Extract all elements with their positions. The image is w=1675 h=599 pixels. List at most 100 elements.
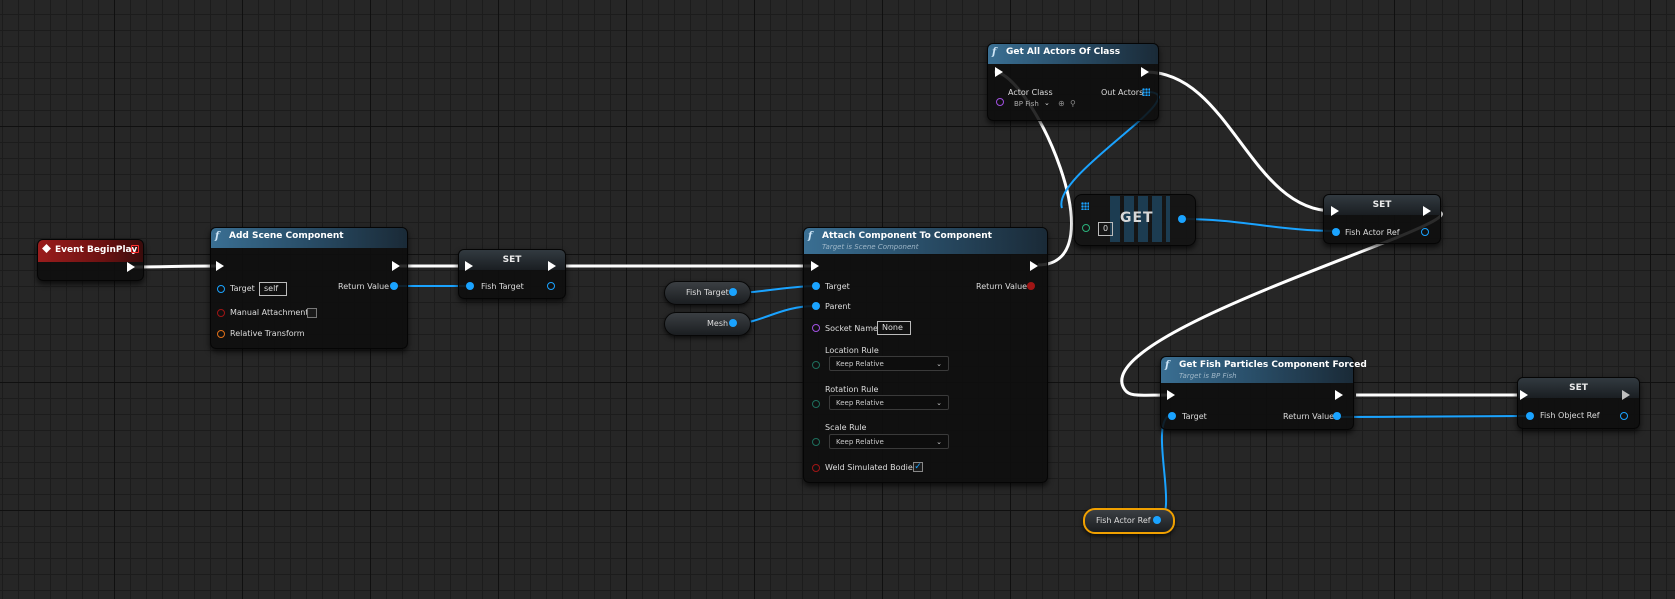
actor-class-pin[interactable] [996, 98, 1004, 106]
data-wire [1182, 218, 1338, 232]
fish-target-out-pin[interactable] [547, 282, 555, 290]
return-value-pin[interactable] [390, 282, 398, 290]
exec-in-pin[interactable] [811, 261, 819, 271]
attach-target-label: Target [825, 282, 850, 291]
exec-in-pin[interactable] [1167, 390, 1175, 400]
relative-transform-label: Relative Transform [230, 329, 305, 338]
target-pin[interactable] [217, 285, 225, 293]
exec-in-pin[interactable] [1331, 206, 1339, 216]
chevron-down-icon: ⌄ [936, 360, 942, 368]
event-delegate-pin[interactable] [131, 245, 139, 253]
attach-return-pin[interactable] [1027, 282, 1035, 290]
array-in-pin[interactable] [1081, 202, 1089, 210]
fish-actor-ref-pin-label: Fish Actor Ref [1345, 228, 1400, 237]
rotation-rule-dropdown[interactable]: Keep Relative ⌄ [829, 395, 949, 410]
array-pin-icon[interactable] [1142, 88, 1150, 96]
exec-out-pin[interactable] [127, 262, 135, 272]
scale-rule-dropdown[interactable]: Keep Relative ⌄ [829, 434, 949, 449]
browse-icon[interactable]: ⊕ [1058, 99, 1065, 108]
weld-pin[interactable] [812, 464, 820, 472]
exec-out-pin[interactable] [1622, 390, 1630, 400]
socket-name-field[interactable]: None [877, 321, 911, 335]
event-begin-play-node[interactable]: Event BeginPlay [37, 239, 144, 281]
fish-target-pin-label: Fish Target [481, 282, 524, 291]
get-title: GET [1120, 210, 1154, 226]
scale-rule-pin[interactable] [812, 438, 820, 446]
exec-out-pin[interactable] [392, 261, 400, 271]
particles-return-label: Return Value [1283, 412, 1335, 421]
function-icon: f [808, 231, 813, 242]
attach-target-pin[interactable] [812, 282, 820, 290]
exec-in-pin[interactable] [1520, 390, 1528, 400]
mesh-var-pin[interactable] [729, 319, 737, 327]
target-self-field[interactable]: self [259, 282, 287, 296]
attach-parent-label: Parent [825, 302, 851, 311]
location-rule-label: Location Rule [825, 346, 879, 355]
search-icon[interactable]: ⚲ [1070, 99, 1076, 108]
data-wire [1156, 415, 1169, 521]
node-header: f Get All Actors Of Class [988, 44, 1158, 64]
chevron-down-icon[interactable]: ⌄ [1044, 99, 1050, 107]
fish-object-ref-pin-label: Fish Object Ref [1540, 411, 1600, 420]
node-subtitle: Target is BP Fish [1179, 372, 1237, 380]
data-wire [1336, 415, 1530, 418]
location-rule-value: Keep Relative [836, 360, 884, 368]
exec-out-pin[interactable] [1030, 261, 1038, 271]
function-icon: f [1165, 360, 1170, 371]
rotation-rule-pin[interactable] [812, 400, 820, 408]
exec-in-pin[interactable] [216, 261, 224, 271]
exec-wire [131, 264, 220, 269]
get-out-pin[interactable] [1178, 215, 1186, 223]
set-fish-target-node[interactable]: SET [458, 249, 566, 299]
fish-target-in-pin[interactable] [466, 282, 474, 290]
node-title: Attach Component To Component [822, 231, 992, 241]
fish-actor-ref-var-pin[interactable] [1153, 516, 1161, 524]
manual-attachment-label: Manual Attachment [230, 308, 309, 317]
exec-in-pin[interactable] [995, 67, 1003, 77]
fish-actor-ref-in-pin[interactable] [1332, 228, 1340, 236]
var-fish-actor-ref-label: Fish Actor Ref [1096, 516, 1151, 525]
set-fish-object-ref-node[interactable]: SET [1517, 377, 1640, 429]
location-rule-pin[interactable] [812, 361, 820, 369]
get-all-actors-node[interactable]: f Get All Actors Of Class [987, 43, 1159, 121]
particles-target-pin[interactable] [1168, 412, 1176, 420]
set-title: SET [1518, 378, 1639, 398]
exec-out-pin[interactable] [1423, 206, 1431, 216]
particles-return-pin[interactable] [1333, 412, 1341, 420]
function-icon: f [215, 231, 220, 242]
attach-parent-pin[interactable] [812, 302, 820, 310]
manual-attachment-checkbox[interactable] [307, 308, 317, 318]
particles-target-label: Target [1182, 412, 1207, 421]
exec-wire [1145, 70, 1334, 213]
node-title: Add Scene Component [229, 231, 344, 241]
function-icon: f [992, 47, 997, 58]
exec-out-pin[interactable] [1141, 67, 1149, 77]
index-pin[interactable] [1082, 224, 1090, 232]
node-title: Get Fish Particles Component Forced [1179, 360, 1367, 370]
rotation-rule-value: Keep Relative [836, 399, 884, 407]
checkmark-icon: ✓ [914, 462, 922, 472]
scale-rule-value: Keep Relative [836, 438, 884, 446]
relative-transform-pin[interactable] [217, 330, 225, 338]
manual-attachment-pin[interactable] [217, 309, 225, 317]
node-header: f Get Fish Particles Component Forced Ta… [1161, 357, 1367, 383]
weld-checkbox[interactable]: ✓ [913, 462, 923, 472]
weld-label: Weld Simulated Bodies [825, 463, 917, 472]
target-label: Target [230, 284, 255, 293]
socket-name-pin[interactable] [812, 324, 820, 332]
exec-out-pin[interactable] [1335, 390, 1343, 400]
actor-class-value[interactable]: BP Fish [1014, 100, 1039, 108]
index-field[interactable]: 0 [1098, 222, 1113, 236]
event-title: Event BeginPlay [55, 245, 138, 255]
exec-in-pin[interactable] [465, 261, 473, 271]
fish-object-ref-in-pin[interactable] [1526, 412, 1534, 420]
event-icon [42, 244, 51, 253]
node-header: f Attach Component To Component Target i… [804, 228, 1047, 254]
fish-object-ref-out-pin[interactable] [1620, 412, 1628, 420]
location-rule-dropdown[interactable]: Keep Relative ⌄ [829, 356, 949, 371]
attach-return-label: Return Value [976, 282, 1028, 291]
out-actors-label: Out Actors [1101, 88, 1144, 97]
exec-out-pin[interactable] [548, 261, 556, 271]
fish-target-var-pin[interactable] [729, 288, 737, 296]
fish-actor-ref-out-pin[interactable] [1421, 228, 1429, 236]
